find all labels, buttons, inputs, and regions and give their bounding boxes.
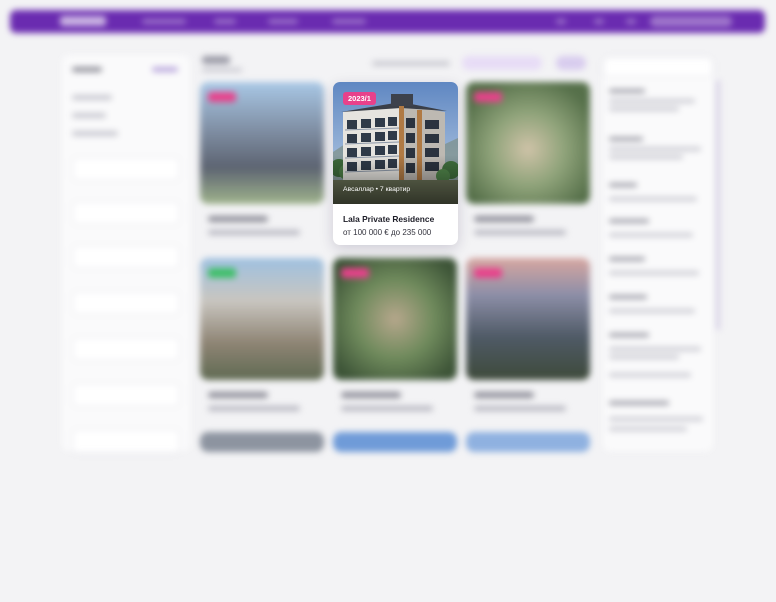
projects-list-panel: [603, 57, 713, 451]
list-scrollbar[interactable]: [716, 80, 720, 330]
filter-select[interactable]: [72, 157, 180, 181]
nav-icon[interactable]: [556, 19, 566, 24]
sort-control[interactable]: [372, 61, 450, 66]
filter-select[interactable]: [72, 337, 180, 361]
nav-icon[interactable]: [626, 19, 636, 24]
list-panel-header[interactable]: [603, 57, 713, 77]
nav-item[interactable]: [268, 19, 298, 24]
project-card[interactable]: [333, 432, 457, 602]
map-view-button[interactable]: [462, 56, 542, 70]
location-and-units: Авсаллар • 7 квартир: [343, 186, 411, 193]
view-toggle[interactable]: [556, 56, 586, 70]
top-navigation-bar: [10, 10, 765, 33]
project-card[interactable]: [200, 432, 324, 602]
logo[interactable]: [60, 16, 106, 26]
filter-range[interactable]: [72, 383, 180, 407]
filter-select[interactable]: [72, 245, 180, 269]
project-card[interactable]: [200, 82, 324, 252]
listing-count: [202, 68, 242, 72]
price-range: от 100 000 € до 235 000: [343, 228, 432, 237]
nav-item[interactable]: [142, 19, 186, 24]
completion-badge: 2023/1: [343, 92, 376, 105]
filter-range[interactable]: [72, 291, 180, 315]
nav-item[interactable]: [332, 19, 366, 24]
project-card[interactable]: [200, 258, 324, 428]
project-title[interactable]: Lala Private Residence: [343, 214, 434, 224]
filter-checkbox[interactable]: [72, 131, 118, 136]
filter-checkbox[interactable]: [72, 113, 106, 118]
nav-item[interactable]: [214, 19, 236, 24]
filter-sidebar: [62, 55, 190, 453]
project-card[interactable]: [333, 258, 457, 428]
project-card[interactable]: [466, 258, 590, 428]
project-card-lala-private-residence[interactable]: 2023/1 Авсаллар • 7 квартир Lala Private…: [333, 82, 458, 245]
nav-icon[interactable]: [594, 19, 604, 24]
filter-reset[interactable]: [152, 67, 178, 72]
filter-checkbox[interactable]: [72, 95, 112, 100]
filter-select[interactable]: [72, 201, 180, 225]
filter-select[interactable]: [72, 429, 180, 453]
project-card[interactable]: [466, 432, 590, 602]
header-cta-button[interactable]: [650, 16, 732, 27]
listing-heading: [202, 56, 230, 64]
project-card[interactable]: [466, 82, 590, 252]
filter-heading: [72, 67, 102, 72]
